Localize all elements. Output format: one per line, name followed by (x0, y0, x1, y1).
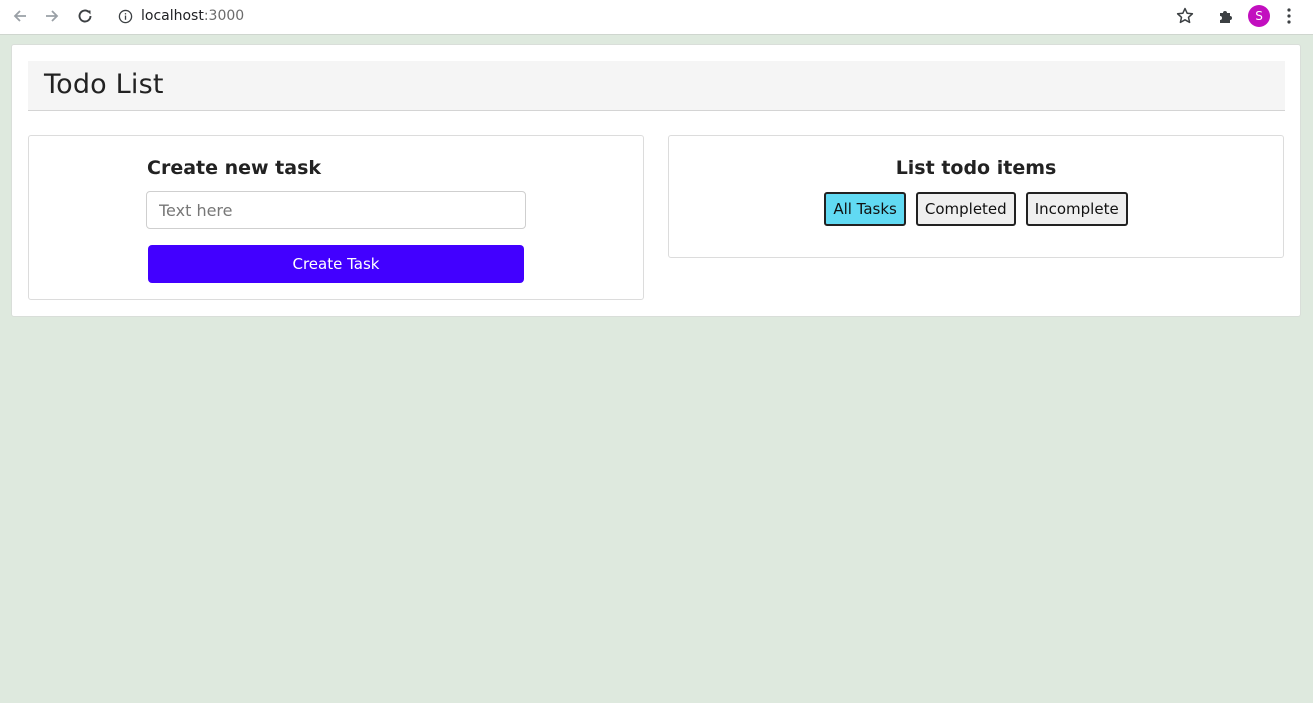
filter-incomplete-button[interactable]: Incomplete (1025, 192, 1128, 226)
back-button[interactable] (6, 4, 34, 28)
page-title: Todo List (44, 69, 164, 100)
create-task-button[interactable]: Create Task (148, 245, 524, 283)
kebab-menu-icon[interactable] (1286, 7, 1292, 25)
list-todo-heading: List todo items (895, 157, 1057, 179)
filter-button-group: All Tasks Completed Incomplete (669, 192, 1283, 226)
info-icon[interactable] (118, 9, 133, 24)
list-todo-panel: List todo items All Tasks Completed Inco… (668, 135, 1284, 258)
arrow-left-icon (13, 10, 26, 22)
header: Todo List (28, 61, 1285, 111)
app-container: Todo List Create new task Create Task Li… (11, 44, 1301, 317)
url-port: :3000 (203, 8, 245, 24)
browser-toolbar: localhost:3000 S (0, 0, 1313, 35)
forward-button[interactable] (38, 4, 66, 28)
profile-avatar[interactable]: S (1248, 5, 1270, 27)
filter-all-tasks-button[interactable]: All Tasks (824, 192, 906, 226)
star-icon[interactable] (1175, 6, 1195, 26)
task-text-input[interactable] (146, 191, 526, 229)
create-task-heading: Create new task (147, 157, 322, 179)
url-text: localhost:3000 (141, 8, 244, 24)
url-host: localhost (141, 8, 204, 24)
reload-button[interactable] (71, 4, 99, 28)
arrow-right-icon (46, 10, 59, 22)
address-bar[interactable]: localhost:3000 (108, 3, 1203, 30)
reload-icon (78, 9, 92, 23)
create-task-panel: Create new task Create Task (28, 135, 644, 300)
filter-completed-button[interactable]: Completed (915, 192, 1016, 226)
puzzle-icon[interactable] (1217, 7, 1235, 25)
